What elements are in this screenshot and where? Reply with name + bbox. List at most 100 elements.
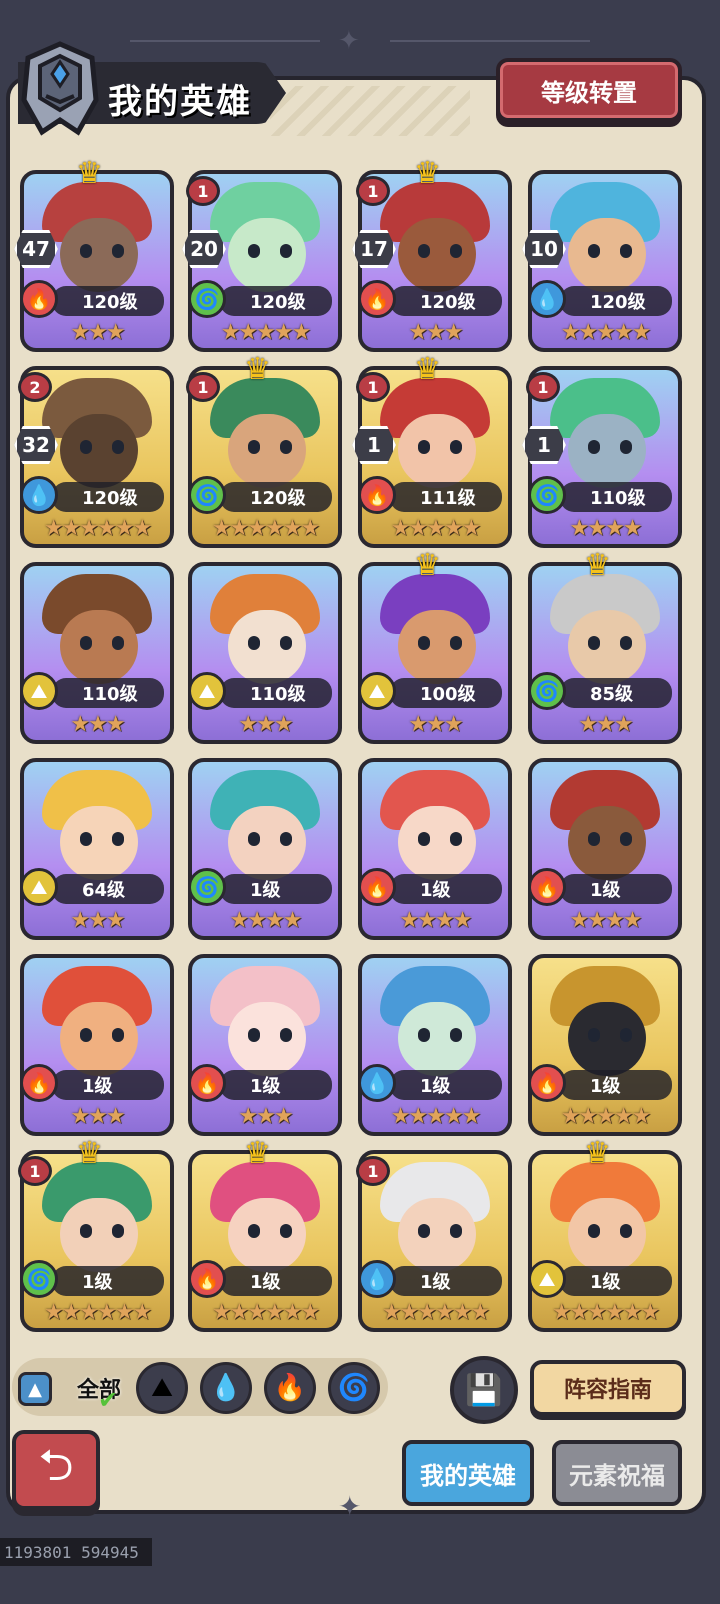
earth-element-icon: ⛰: [528, 1260, 566, 1298]
hero-eye: [620, 1028, 632, 1042]
hero-eye: [80, 832, 92, 846]
filter-water-button[interactable]: 💧: [200, 1362, 252, 1414]
tab-element-blessing[interactable]: 元素祝福: [552, 1440, 682, 1506]
hero-level: 120级: [220, 286, 332, 316]
hero-eye: [112, 832, 124, 846]
tab-my-heroes[interactable]: 我的英雄: [402, 1440, 534, 1506]
hero-card[interactable]: 120级 🌀 ★★★★★ 1 20: [182, 170, 342, 352]
hero-face: [568, 806, 646, 880]
hero-level: 1级: [52, 1070, 164, 1100]
hero-rank-badge: 1: [356, 176, 390, 206]
hero-eye: [80, 1224, 92, 1238]
hero-face: [568, 414, 646, 488]
fire-element-icon: 🔥: [20, 1064, 58, 1102]
hero-eye: [112, 1224, 124, 1238]
back-arrow-icon: ⮌: [38, 1439, 74, 1491]
hero-face: [60, 218, 138, 292]
filter-wind-button[interactable]: 🌀: [328, 1362, 380, 1414]
hero-level: 120级: [390, 286, 502, 316]
hero-card[interactable]: 1级 🔥 ★★★: [188, 954, 342, 1136]
hero-level: 120级: [560, 286, 672, 316]
back-button[interactable]: ⮌: [12, 1430, 100, 1510]
hero-card[interactable]: 111级 🔥 ★★★★★ ♛ 1 1: [352, 352, 512, 548]
hero-eye: [80, 1028, 92, 1042]
hero-eye: [450, 636, 462, 650]
hero-card[interactable]: 120级 🔥 ★★★ ♛ 47: [14, 156, 174, 352]
hero-stars: ★★★★: [399, 908, 473, 933]
hero-level: 120级: [52, 482, 164, 512]
hero-card[interactable]: 1级 💧 ★★★★★: [358, 954, 512, 1136]
hero-card[interactable]: 64级 ⛰ ★★★: [20, 758, 174, 940]
hero-eye: [620, 832, 632, 846]
hero-rank-badge: 1: [186, 176, 220, 206]
crown-icon: ♛: [244, 1136, 271, 1171]
water-element-icon: 💧: [20, 476, 58, 514]
hero-card[interactable]: 120级 🔥 ★★★ ♛ 1 17: [352, 156, 512, 352]
hero-stars: ★★★★★★: [381, 1300, 490, 1325]
wind-element-icon: 🌀: [337, 1373, 371, 1403]
hero-stars: ★★★★: [569, 908, 643, 933]
hero-stars: ★★★★★: [390, 516, 482, 541]
wind-element-icon: 🌀: [188, 868, 226, 906]
wind-element-icon: 🌀: [20, 1260, 58, 1298]
hero-card[interactable]: 1级 🔥 ★★★★★: [528, 954, 682, 1136]
hero-face: [398, 218, 476, 292]
hero-eye: [418, 1224, 430, 1238]
hero-stars: ★★★★★: [390, 1104, 482, 1129]
hero-card[interactable]: 1级 💧 ★★★★★★ 1: [356, 1150, 512, 1332]
hero-eye: [418, 440, 430, 454]
hero-eye: [112, 1028, 124, 1042]
hero-eye: [588, 832, 600, 846]
hero-eye: [450, 1028, 462, 1042]
hero-level: 1级: [560, 874, 672, 904]
hero-eye: [620, 440, 632, 454]
hero-eye: [418, 244, 430, 258]
hero-eye: [450, 440, 462, 454]
hero-eye: [418, 636, 430, 650]
hero-card[interactable]: 110级 🌀 ★★★★ 1 1: [522, 366, 682, 548]
filter-earth-button[interactable]: ⛰: [136, 1362, 188, 1414]
lineup-guide-button[interactable]: 阵容指南: [530, 1360, 686, 1416]
hero-level: 100级: [390, 678, 502, 708]
hero-card[interactable]: 1级 🔥 ★★★★: [528, 758, 682, 940]
hero-level: 110级: [220, 678, 332, 708]
hero-stars: ★★★★★: [560, 1104, 652, 1129]
hero-level: 1级: [220, 1266, 332, 1296]
hero-eye: [80, 440, 92, 454]
hero-eye: [80, 636, 92, 650]
hero-level: 120级: [52, 286, 164, 316]
hero-level: 1级: [560, 1070, 672, 1100]
hero-card[interactable]: 1级 🔥 ★★★: [20, 954, 174, 1136]
hero-card[interactable]: 1级 ⛰ ★★★★★★ ♛: [528, 1136, 682, 1332]
hero-card[interactable]: 100级 ⛰ ★★★ ♛: [358, 548, 512, 744]
level-transfer-button[interactable]: 等级转置: [496, 58, 682, 122]
crown-icon: ♛: [76, 1136, 103, 1171]
hero-face: [568, 218, 646, 292]
hero-eye: [112, 244, 124, 258]
hero-card[interactable]: 110级 ⛰ ★★★: [188, 562, 342, 744]
hero-rank-badge: 2: [18, 372, 52, 402]
hero-rank-badge: 1: [356, 1156, 390, 1186]
hero-card[interactable]: 85级 🌀 ★★★ ♛: [528, 548, 682, 744]
hero-stars: ★★★★★★: [211, 1300, 320, 1325]
hero-face: [228, 218, 306, 292]
hero-card[interactable]: 120级 💧 ★★★★★ 10: [522, 170, 682, 352]
hero-level: 1级: [560, 1266, 672, 1296]
crown-icon: ♛: [414, 156, 441, 191]
hero-level: 110级: [52, 678, 164, 708]
hero-stars: ★★★: [70, 1104, 125, 1129]
save-lineup-button[interactable]: 💾: [450, 1356, 518, 1424]
hero-eye: [248, 440, 260, 454]
hero-card[interactable]: 110级 ⛰ ★★★: [20, 562, 174, 744]
hero-card[interactable]: 120级 💧 ★★★★★★ 2 32: [14, 366, 174, 548]
hero-card[interactable]: 1级 🌀 ★★★★★★ ♛ 1: [18, 1136, 174, 1332]
hero-card[interactable]: 1级 🔥 ★★★★★★ ♛: [188, 1136, 342, 1332]
hero-card[interactable]: 1级 🔥 ★★★★: [358, 758, 512, 940]
hero-level: 1级: [52, 1266, 164, 1296]
hero-level: 1级: [390, 874, 502, 904]
hero-card[interactable]: 120级 🌀 ★★★★★★ ♛ 1: [186, 352, 342, 548]
collapse-button[interactable]: ▲: [18, 1372, 52, 1406]
hero-level: 1级: [220, 1070, 332, 1100]
hero-card[interactable]: 1级 🌀 ★★★★: [188, 758, 342, 940]
filter-fire-button[interactable]: 🔥: [264, 1362, 316, 1414]
